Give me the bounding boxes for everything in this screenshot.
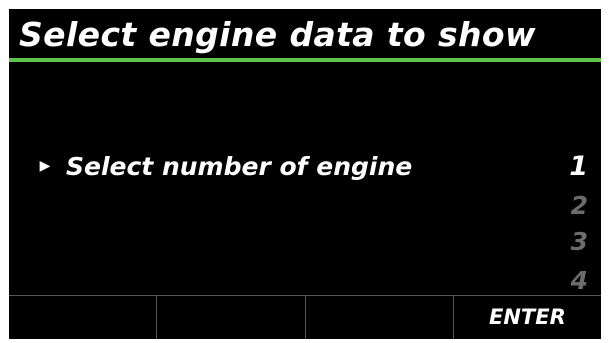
enter-button[interactable]: ENTER [454, 296, 601, 339]
selection-arrow-icon: ▶ [39, 158, 51, 174]
engine-option-3[interactable]: 3 [554, 226, 588, 258]
engine-count-menu-item[interactable]: ▶ Select number of engine [9, 147, 601, 187]
engine-display-screen: Select engine data to show ▶ Select numb… [9, 9, 601, 339]
title-divider [9, 58, 601, 62]
engine-option-2[interactable]: 2 [554, 190, 588, 222]
engine-option-4[interactable]: 4 [554, 265, 588, 297]
page-title: Select engine data to show [19, 15, 536, 54]
softkey-2[interactable] [157, 296, 306, 339]
softkey-3[interactable] [306, 296, 454, 339]
softkey-1[interactable] [9, 296, 158, 339]
engine-option-1[interactable]: 1 [554, 151, 588, 183]
engine-count-label: Select number of engine [66, 152, 413, 181]
softkey-bar: ENTER [9, 295, 601, 339]
